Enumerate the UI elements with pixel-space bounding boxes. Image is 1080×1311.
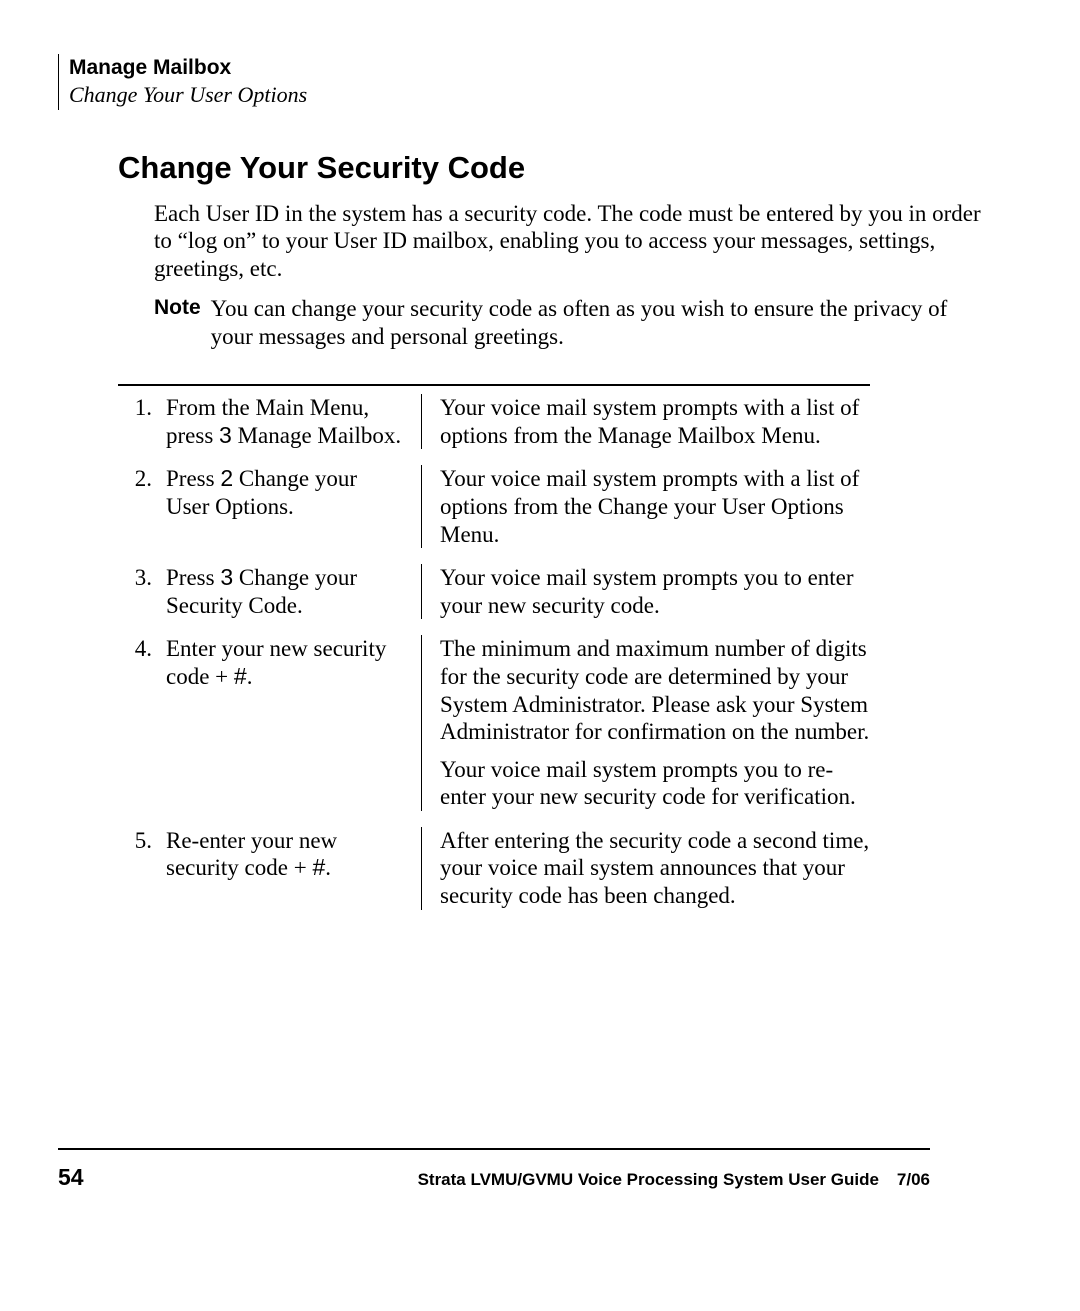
step-description-text: Your voice mail system prompts with a li… <box>440 465 870 548</box>
step-description: Your voice mail system prompts with a li… <box>421 394 870 449</box>
step-description-text: After entering the security code a secon… <box>440 827 870 910</box>
step-description-text: Your voice mail system prompts you to en… <box>440 564 870 619</box>
page-footer: 54 Strata LVMU/GVMU Voice Processing Sys… <box>58 1148 930 1191</box>
intro-paragraph: Each User ID in the system has a securit… <box>154 200 990 283</box>
key-digit: 2 <box>220 465 233 491</box>
step-description: Your voice mail system prompts with a li… <box>421 465 870 548</box>
footer-guide-text: Strata LVMU/GVMU Voice Processing System… <box>418 1170 930 1190</box>
key-symbol: # <box>234 663 247 689</box>
note-block: Note You can change your security code a… <box>154 295 990 353</box>
step-row: 4. Enter your new security code + #. The… <box>118 627 870 819</box>
step-action: Press 2 Change your User Options. <box>166 465 421 548</box>
step-number: 4. <box>118 635 166 811</box>
page-content: Manage Mailbox Change Your User Options … <box>0 0 1080 1311</box>
step-description: Your voice mail system prompts you to en… <box>421 564 870 619</box>
step-action-text: Manage Mailbox. <box>232 423 401 448</box>
key-digit: 3 <box>219 422 232 448</box>
page-number: 54 <box>58 1164 84 1191</box>
step-row: 2. Press 2 Change your User Options. You… <box>118 457 870 556</box>
step-action: Re-enter your new security code + #. <box>166 827 421 910</box>
running-header: Manage Mailbox Change Your User Options <box>58 54 1020 110</box>
step-row: 5. Re-enter your new security code + #. … <box>118 819 870 918</box>
step-number: 5. <box>118 827 166 910</box>
step-action-text: Enter your new security code + <box>166 636 386 689</box>
step-action-text: Press <box>166 466 220 491</box>
note-text: You can change your security code as oft… <box>211 295 990 353</box>
steps-table: 1. From the Main Menu, press 3 Manage Ma… <box>118 384 870 918</box>
step-number: 2. <box>118 465 166 548</box>
step-description: After entering the security code a secon… <box>421 827 870 910</box>
header-chapter: Manage Mailbox <box>69 54 1020 81</box>
footer-rule <box>58 1148 930 1150</box>
step-action-text: . <box>247 664 253 689</box>
step-description-text: The minimum and maximum number of digits… <box>440 635 870 745</box>
step-description-text: Your voice mail system prompts with a li… <box>440 394 870 449</box>
footer-guide-title: Strata LVMU/GVMU Voice Processing System… <box>418 1170 879 1189</box>
note-label: Note <box>154 295 211 353</box>
step-action: From the Main Menu, press 3 Manage Mailb… <box>166 394 421 449</box>
step-action: Enter your new security code + #. <box>166 635 421 811</box>
step-action-text: . <box>325 855 331 880</box>
key-digit: 3 <box>220 564 233 590</box>
step-row: 1. From the Main Menu, press 3 Manage Ma… <box>118 386 870 457</box>
step-number: 1. <box>118 394 166 449</box>
footer-line: 54 Strata LVMU/GVMU Voice Processing Sys… <box>58 1164 930 1191</box>
step-description: The minimum and maximum number of digits… <box>421 635 870 811</box>
step-description-text: Your voice mail system prompts you to re… <box>440 756 870 811</box>
step-action-text: Press <box>166 565 220 590</box>
step-number: 3. <box>118 564 166 619</box>
header-section: Change Your User Options <box>69 81 1020 110</box>
footer-date: 7/06 <box>879 1170 930 1189</box>
step-action: Press 3 Change your Security Code. <box>166 564 421 619</box>
key-symbol: # <box>312 854 325 880</box>
step-row: 3. Press 3 Change your Security Code. Yo… <box>118 556 870 627</box>
page-title: Change Your Security Code <box>118 150 1020 186</box>
